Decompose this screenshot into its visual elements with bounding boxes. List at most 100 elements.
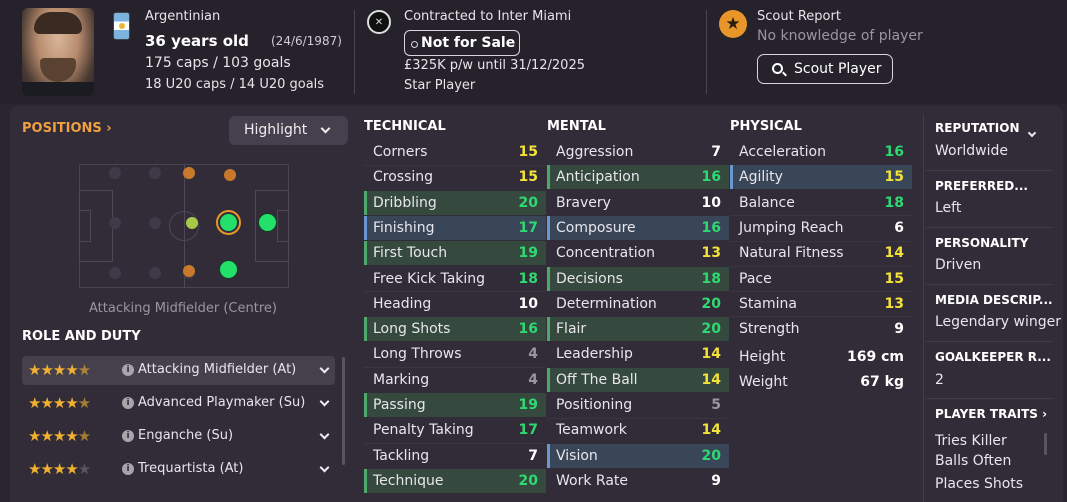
attribute-row[interactable]: Composure 16 (547, 215, 729, 240)
attribute-value: 17 (518, 422, 538, 439)
trait-item: Tries Killer (935, 433, 1007, 449)
positions-link[interactable]: POSITIONS › (22, 121, 112, 136)
info-icon[interactable]: i (122, 463, 134, 475)
info-icon[interactable]: i (122, 397, 134, 409)
height-row: Height 169 cm (730, 345, 912, 369)
info-icon[interactable]: i (122, 364, 134, 376)
attribute-row[interactable]: Strength 9 (730, 317, 912, 341)
role-row[interactable]: ★★★★★ i Trequartista (At) (22, 455, 335, 484)
chevron-down-icon[interactable] (319, 363, 330, 374)
transfer-status-label: Not for Sale (421, 35, 516, 51)
attribute-row[interactable]: Off The Ball 14 (547, 367, 729, 392)
attribute-row[interactable]: Flair 20 (547, 317, 729, 342)
chevron-down-icon[interactable] (319, 429, 330, 440)
attribute-row[interactable]: Dribbling 20 (364, 190, 546, 215)
attribute-row[interactable]: Aggression 7 (547, 140, 729, 164)
highlight-dropdown[interactable]: Highlight (229, 116, 348, 145)
player-traits-card[interactable]: PLAYER TRAITS › Tries Killer Balls Often… (926, 400, 1053, 502)
attribute-row[interactable]: Decisions 18 (547, 266, 729, 291)
info-separator (926, 398, 1053, 399)
attribute-row[interactable]: Marking 4 (364, 368, 546, 392)
preferred-foot-label: PREFERRED... (935, 179, 1028, 193)
role-row[interactable]: ★★★★★ i Attacking Midfielder (At) (22, 356, 335, 385)
attribute-value: 16 (701, 169, 721, 186)
attribute-row[interactable]: Long Throws 4 (364, 342, 546, 366)
position-pitch (79, 164, 289, 288)
attribute-row[interactable]: Long Shots 16 (364, 317, 546, 342)
attribute-row[interactable]: First Touch 19 (364, 241, 546, 266)
personality-card: PERSONALITY Driven (926, 229, 1053, 287)
info-separator (926, 284, 1053, 285)
position-marker (109, 217, 121, 229)
attribute-value: 19 (518, 245, 538, 262)
role-name: Attacking Midfielder (At) (138, 362, 297, 377)
attribute-value: 4 (528, 346, 538, 363)
role-row[interactable]: ★★★★★ i Advanced Playmaker (Su) (22, 389, 335, 418)
chevron-down-icon[interactable] (319, 396, 330, 407)
nationality: Argentinian (145, 9, 221, 24)
attribute-name: Marking (373, 371, 430, 388)
attribute-value: 9 (894, 321, 904, 338)
chevron-down-icon[interactable] (1027, 128, 1037, 138)
attribute-row[interactable]: Pace 15 (730, 267, 912, 291)
attribute-row[interactable]: Balance 18 (730, 191, 912, 215)
info-icon[interactable]: i (122, 430, 134, 442)
attribute-row[interactable]: Work Rate 9 (547, 469, 729, 493)
reputation-label: REPUTATION (935, 121, 1020, 135)
attribute-row[interactable]: Finishing 17 (364, 215, 546, 240)
personality-value: Driven (935, 257, 982, 273)
attribute-value: 16 (518, 321, 538, 338)
attribute-value: 20 (518, 194, 538, 211)
scout-player-button[interactable]: Scout Player (757, 54, 893, 84)
attribute-name: Positioning (556, 397, 633, 413)
attribute-row[interactable]: Leadership 14 (547, 342, 729, 366)
attribute-value: 13 (701, 245, 721, 262)
attribute-name: Aggression (556, 144, 634, 160)
attribute-row[interactable]: Determination 20 (547, 292, 729, 316)
roles-scrollbar[interactable] (342, 357, 345, 465)
attribute-value: 15 (518, 144, 538, 160)
traits-scrollbar[interactable] (1044, 433, 1047, 455)
attribute-row[interactable]: Passing 19 (364, 393, 546, 417)
attribute-value: 10 (701, 194, 721, 211)
chevron-down-icon[interactable] (319, 462, 330, 473)
role-rating-stars: ★★★★★ (28, 427, 91, 445)
position-marker (149, 267, 161, 279)
attribute-row[interactable]: Corners 15 (364, 140, 546, 164)
position-marker (183, 167, 195, 179)
attribute-row[interactable]: Agility 15 (730, 165, 912, 190)
attribute-row[interactable]: Heading 10 (364, 292, 546, 316)
attribute-row[interactable]: Crossing 15 (364, 165, 546, 189)
attribute-value: 4 (528, 371, 538, 388)
attribute-row[interactable]: Positioning 5 (547, 393, 729, 417)
attribute-name: Long Shots (373, 321, 451, 338)
transfer-status-tag[interactable]: Not for Sale (404, 30, 520, 56)
position-marker-aml (220, 261, 237, 278)
attribute-row[interactable]: Acceleration 16 (730, 140, 912, 164)
reputation-card[interactable]: REPUTATION Worldwide (926, 114, 1053, 174)
attribute-row[interactable]: Stamina 13 (730, 292, 912, 316)
attribute-name: Agility (739, 169, 783, 186)
attribute-row[interactable]: Vision 20 (547, 443, 729, 468)
attribute-row[interactable]: Concentration 13 (547, 241, 729, 265)
contract-club[interactable]: Contracted to Inter Miami (404, 9, 571, 24)
player-traits-label[interactable]: PLAYER TRAITS › (935, 407, 1047, 421)
attribute-name: First Touch (373, 245, 448, 262)
attribute-row[interactable]: Natural Fitness 14 (730, 241, 912, 265)
attribute-name: Composure (556, 219, 636, 236)
attribute-row[interactable]: Teamwork 14 (547, 418, 729, 442)
attribute-row[interactable]: Jumping Reach 6 (730, 216, 912, 240)
attribute-row[interactable]: Penalty Taking 17 (364, 418, 546, 442)
preferred-foot-value: Left (935, 200, 962, 216)
position-marker-amc-selected[interactable] (216, 210, 241, 235)
attribute-value: 16 (701, 219, 721, 236)
attribute-value: 15 (884, 270, 904, 287)
attribute-row[interactable]: Technique 20 (364, 468, 546, 493)
club-crest-icon[interactable]: ✕ (367, 10, 391, 34)
attribute-row[interactable]: Anticipation 16 (547, 165, 729, 190)
attribute-row[interactable]: Free Kick Taking 18 (364, 267, 546, 291)
attribute-row[interactable]: Bravery 10 (547, 191, 729, 215)
attribute-value: 14 (884, 245, 904, 262)
attribute-row[interactable]: Tackling 7 (364, 444, 546, 468)
role-row[interactable]: ★★★★★ i Enganche (Su) (22, 422, 335, 451)
